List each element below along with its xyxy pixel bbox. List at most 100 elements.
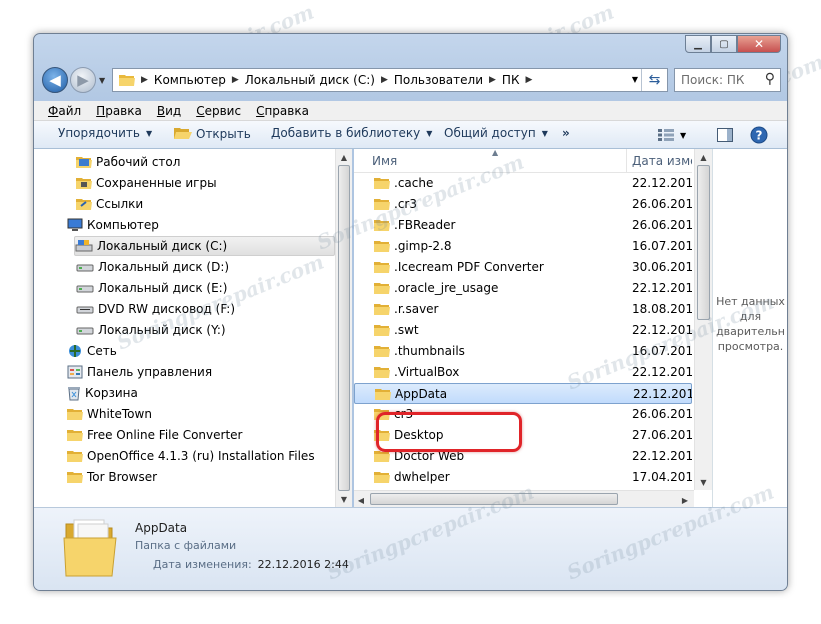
nav-tree-item[interactable]: DVD RW дисковод (F:)	[76, 299, 235, 319]
nav-tree-label: Сеть	[87, 344, 117, 358]
recent-pages-dropdown[interactable]: ▼	[99, 76, 105, 85]
file-date: 26.06.2017 1	[632, 218, 692, 232]
details-pane: AppData Папка с файлами Дата изменения: 2…	[34, 507, 787, 590]
chevron-right-icon[interactable]: ▶	[381, 75, 388, 85]
nav-tree-item[interactable]: Сеть	[67, 341, 117, 361]
more-commands-button[interactable]: »	[562, 126, 570, 140]
folder-icon	[67, 407, 83, 421]
file-row[interactable]: .thumbnails 16.07.2017 2	[354, 341, 692, 362]
file-name: .swt	[394, 323, 419, 337]
nav-tree-item[interactable]: Локальный диск (D:)	[76, 257, 229, 277]
menu-file[interactable]: Файл	[48, 104, 81, 118]
menu-view[interactable]: Вид	[157, 104, 181, 118]
chevron-right-icon[interactable]: ▶	[232, 75, 239, 85]
scroll-right-icon[interactable]: ▶	[678, 492, 692, 508]
scroll-thumb[interactable]	[370, 493, 618, 505]
scroll-thumb[interactable]	[338, 165, 350, 491]
preview-pane-button[interactable]	[717, 125, 733, 145]
nav-tree-item[interactable]: Сохраненные игры	[76, 173, 217, 193]
file-row[interactable]: .Icecream PDF Converter 30.06.2017 8	[354, 257, 692, 278]
file-row[interactable]: AppData 22.12.2016 2	[354, 383, 692, 404]
breadcrumb-item[interactable]: Компьютер	[154, 73, 226, 87]
breadcrumb-item[interactable]: Локальный диск (C:)	[245, 73, 375, 87]
column-header-date[interactable]: Дата измен	[632, 154, 692, 168]
folder-icon	[374, 281, 390, 298]
scroll-up-icon[interactable]: ▲	[336, 149, 352, 165]
nav-tree-item[interactable]: Панель управления	[67, 362, 212, 382]
file-row[interactable]: .swt 22.12.2016 2	[354, 320, 692, 341]
nav-tree-item[interactable]: WhiteTown	[67, 404, 152, 424]
add-to-library-button[interactable]: Добавить в библиотеку ▼	[271, 126, 432, 140]
forward-button[interactable]: ▶	[70, 67, 96, 93]
nav-tree-label: Сохраненные игры	[96, 176, 217, 190]
breadcrumb-item[interactable]: Пользователи	[394, 73, 483, 87]
scroll-left-icon[interactable]: ◀	[354, 492, 368, 508]
file-row[interactable]: .gimp-2.8 16.07.2017 2	[354, 236, 692, 257]
files-vertical-scrollbar[interactable]: ▲ ▼	[694, 149, 712, 490]
share-label: Общий доступ	[444, 126, 536, 140]
chevron-right-icon[interactable]: ▶	[489, 75, 496, 85]
nav-tree-item[interactable]: Локальный диск (E:)	[76, 278, 227, 298]
file-row[interactable]: .VirtualBox 22.12.2016 2	[354, 362, 692, 383]
nav-tree-label: Локальный диск (E:)	[98, 281, 228, 295]
nav-tree-item[interactable]: Free Online File Converter	[67, 425, 242, 445]
maximize-button[interactable]: ▢	[711, 35, 737, 53]
scroll-thumb[interactable]	[697, 165, 710, 320]
files-horizontal-scrollbar[interactable]: ◀ ▶	[354, 490, 694, 507]
organize-button[interactable]: Упорядочить ▼	[58, 126, 152, 140]
back-button[interactable]: ◀	[42, 67, 68, 93]
breadcrumb: ▶ Компьютер ▶ Локальный диск (C:) ▶ Поль…	[135, 73, 538, 87]
nav-tree-item[interactable]: Рабочий стол	[76, 152, 180, 172]
minimize-button[interactable]: ▁	[685, 35, 711, 53]
address-bar[interactable]: ▶ Компьютер ▶ Локальный диск (C:) ▶ Поль…	[112, 68, 668, 92]
nav-tree-item[interactable]: Локальный диск (C:)	[74, 236, 335, 256]
scroll-down-icon[interactable]: ▼	[695, 474, 712, 490]
file-row[interactable]: .FBReader 26.06.2017 1	[354, 215, 692, 236]
nav-tree-item[interactable]: Локальный диск (Y:)	[76, 320, 226, 340]
file-row[interactable]: .cache 22.12.2016 2	[354, 173, 692, 194]
folder-icon	[67, 428, 83, 442]
arrow-left-icon: ◀	[49, 71, 61, 89]
menu-edit[interactable]: Правка	[96, 104, 142, 118]
nav-tree-item[interactable]: Ссылки	[76, 194, 143, 214]
view-options-button[interactable]: ▼	[658, 125, 686, 145]
file-name: .Icecream PDF Converter	[394, 260, 544, 274]
menu-tools[interactable]: Сервис	[196, 104, 241, 118]
details-name: AppData	[135, 521, 188, 535]
open-button[interactable]: Открыть	[174, 126, 251, 141]
refresh-button[interactable]: ⇆	[641, 69, 667, 91]
nav-scrollbar[interactable]: ▲ ▼	[335, 149, 352, 507]
saved-games-icon	[76, 176, 92, 190]
help-icon: ?	[750, 126, 768, 144]
breadcrumb-item[interactable]: ПК	[502, 73, 520, 87]
column-header-name[interactable]: Имя	[372, 154, 397, 168]
scroll-up-icon[interactable]: ▲	[695, 149, 712, 165]
nav-tree-label: Рабочий стол	[96, 155, 181, 169]
chevron-right-icon[interactable]: ▶	[141, 75, 148, 85]
nav-tree-item[interactable]: Компьютер	[67, 215, 159, 235]
navigation-pane: ▲ ▼ Рабочий стол Сохраненные игры Ссылки Ко…	[34, 149, 352, 507]
file-row[interactable]: .cr3 26.06.2017 1	[354, 194, 692, 215]
nav-tree-item[interactable]: Tor Browser	[67, 467, 157, 487]
help-button[interactable]: ?	[750, 125, 768, 145]
file-row[interactable]: .oracle_jre_usage 22.12.2016 2	[354, 278, 692, 299]
file-row[interactable]: .r.saver 18.08.2017 1	[354, 299, 692, 320]
column-divider[interactable]	[626, 149, 627, 173]
nav-tree-item[interactable]: Корзина	[67, 383, 138, 403]
menu-help[interactable]: Справка	[256, 104, 309, 118]
file-row[interactable]: dwhelper 17.04.2017 1	[354, 467, 692, 488]
address-dropdown-icon[interactable]: ▼	[632, 75, 638, 84]
folder-icon	[374, 344, 390, 361]
nav-tree-label: Компьютер	[87, 218, 159, 232]
search-icon[interactable]: ⚲	[765, 71, 775, 87]
details-modified-label: Дата изменения:	[153, 558, 252, 571]
highlight-ring	[376, 412, 522, 452]
close-button[interactable]: ✕	[737, 35, 781, 53]
nav-tree-label: Корзина	[85, 386, 138, 400]
search-input[interactable]: Поиск: ПК ⚲	[674, 68, 781, 92]
share-button[interactable]: Общий доступ ▼	[444, 126, 548, 140]
scroll-down-icon[interactable]: ▼	[336, 491, 352, 507]
nav-tree-item[interactable]: OpenOffice 4.1.3 (ru) Installation Files	[67, 446, 315, 466]
chevron-right-icon[interactable]: ▶	[525, 75, 532, 85]
folder-icon	[375, 387, 391, 404]
